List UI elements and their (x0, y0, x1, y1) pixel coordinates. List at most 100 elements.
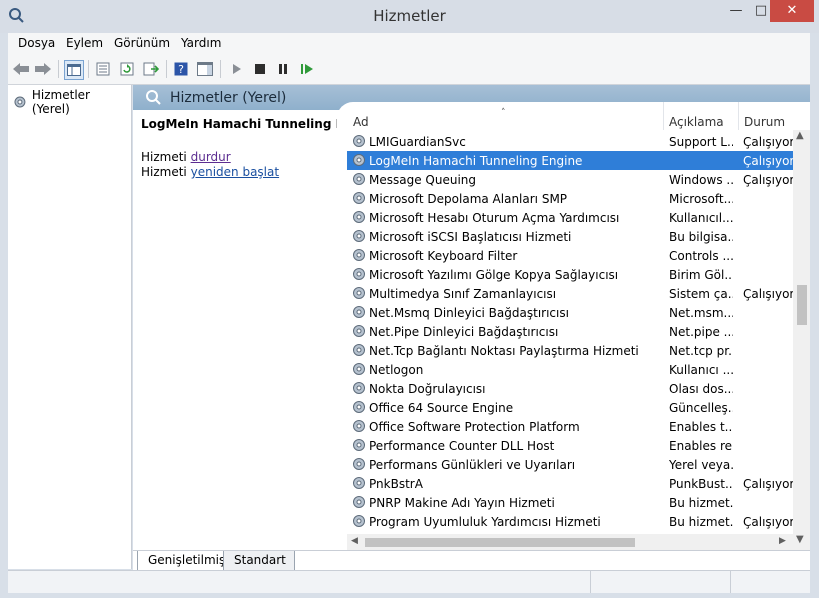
gear-icon (351, 266, 367, 285)
tab-standard[interactable]: Standart (223, 551, 295, 571)
gear-icon (351, 437, 367, 456)
status-bar (8, 570, 810, 593)
horizontal-scroll-thumb[interactable] (365, 538, 635, 547)
table-row[interactable]: Microsoft iSCSI Başlatıcısı Hizmeti Bu bi… (347, 227, 793, 246)
gear-icon (351, 209, 367, 228)
gear-icon (14, 96, 26, 108)
service-status-cell: Çalışıyor (743, 135, 793, 149)
table-row[interactable]: Performance Counter DLL Host Enables re..… (347, 436, 793, 455)
restart-service-icon[interactable] (298, 60, 316, 78)
service-description-cell: Enables t... (669, 420, 733, 434)
back-arrow-icon[interactable] (12, 60, 30, 78)
service-description-cell: Birim Göl... (669, 268, 733, 282)
table-row[interactable]: Office Software Protection Platform Enabl… (347, 417, 793, 436)
show-hide-action-pane-icon[interactable] (196, 60, 214, 78)
menu-yardim[interactable]: Yardım (181, 36, 221, 50)
service-name-cell: Net.Pipe Dinleyici Bağdaştırıcısı (369, 325, 559, 339)
service-description-cell: Bu hizmet... (669, 515, 733, 529)
gear-icon (146, 90, 161, 105)
service-description-cell: PunkBust... (669, 477, 733, 491)
column-header-status[interactable]: Durum (739, 102, 793, 130)
menu-eylem[interactable]: Eylem (66, 36, 103, 50)
table-row[interactable]: Office 64 Source Engine Güncelleş... (347, 398, 793, 417)
service-name-cell: Office 64 Source Engine (369, 401, 514, 415)
service-status-cell: Çalışıyor (743, 154, 793, 168)
service-description-cell: Net.pipe ... (669, 325, 733, 339)
service-name-cell: Netlogon (369, 363, 424, 377)
start-service-icon[interactable] (228, 60, 246, 78)
service-name-cell: Microsoft Keyboard Filter (369, 249, 518, 263)
gear-icon (351, 399, 367, 418)
table-row[interactable]: Net.Msmq Dinleyici Bağdaştırıcısı Net.msm… (347, 303, 793, 322)
close-button[interactable]: ✕ (770, 0, 814, 22)
table-row[interactable]: Microsoft Depolama Alanları SMP Microsoft… (347, 189, 793, 208)
tree-node-services-local[interactable]: Hizmetler (Yerel) (12, 88, 131, 116)
service-name-cell: Nokta Doğrulayıcısı (369, 382, 486, 396)
column-header-description[interactable]: Açıklama (664, 102, 738, 130)
properties-icon[interactable] (94, 60, 112, 78)
table-row[interactable]: LogMeIn Hamachi Tunneling Engine Çalışıyo… (347, 151, 793, 170)
service-name-cell: Office Software Protection Platform (369, 420, 580, 434)
service-description-cell: Enables re... (669, 439, 733, 453)
vertical-scroll-thumb[interactable] (797, 285, 807, 325)
service-name-cell: Multimedya Sınıf Zamanlayıcısı (369, 287, 557, 301)
scroll-right-icon[interactable]: ▶ (779, 536, 786, 546)
horizontal-scrollbar[interactable]: ◀ ▶ (347, 534, 793, 550)
service-description-cell: Bu hizmet... (669, 496, 733, 510)
description-pane: LogMeIn Hamachi Tunneling Engine Hizmeti… (133, 110, 382, 550)
table-row[interactable]: Performans Günlükleri ve Uyarıları Yerel … (347, 455, 793, 474)
pause-service-icon[interactable] (274, 60, 292, 78)
gear-icon (351, 513, 367, 532)
service-status-cell: Çalışıyor (743, 515, 793, 529)
restart-service-link[interactable]: yeniden başlat (191, 165, 279, 179)
minimize-button[interactable]: — (722, 0, 750, 22)
tab-extended[interactable]: Genişletilmiş (137, 551, 235, 571)
table-row[interactable]: Net.Tcp Bağlantı Noktası Paylaştırma Hiz… (347, 341, 793, 360)
service-name-cell: Net.Tcp Bağlantı Noktası Paylaştırma Hiz… (369, 344, 639, 358)
gear-icon (351, 247, 367, 266)
main-panel: Hizmetler (Yerel) LogMeIn Hamachi Tunnel… (133, 85, 810, 571)
service-description-cell: Support L... (669, 135, 733, 149)
scroll-down-icon[interactable]: ▼ (796, 534, 804, 545)
service-description-cell: Controls ... (669, 249, 733, 263)
refresh-icon[interactable] (118, 60, 136, 78)
console-tree-toggle-icon[interactable] (64, 60, 84, 80)
menu-gorunum[interactable]: Görünüm (114, 36, 170, 50)
table-row[interactable]: Multimedya Sınıf Zamanlayıcısı Sistem ça.… (347, 284, 793, 303)
table-row[interactable]: Net.Pipe Dinleyici Bağdaştırıcısı Net.pip… (347, 322, 793, 341)
table-row[interactable]: LMIGuardianSvc Support L... Çalışıyor (347, 132, 793, 151)
service-description-cell: Windows ... (669, 173, 733, 187)
table-row[interactable]: Microsoft Hesabı Oturum Açma Yardımcısı K… (347, 208, 793, 227)
window-title: Hizmetler (373, 7, 446, 25)
table-row[interactable]: Program Uyumluluk Yardımcısı Hizmeti Bu h… (347, 512, 793, 531)
forward-arrow-icon[interactable] (34, 60, 52, 78)
gear-icon (351, 380, 367, 399)
restart-line: Hizmeti yeniden başlat (141, 165, 280, 179)
table-row[interactable]: Message Queuing Windows ... Çalışıyor (347, 170, 793, 189)
table-row[interactable]: PnkBstrA PunkBust... Çalışıyor (347, 474, 793, 493)
table-row[interactable]: Microsoft Yazılımı Gölge Kopya Sağlayıcı… (347, 265, 793, 284)
scroll-left-icon[interactable]: ◀ (351, 536, 358, 546)
panel-title: Hizmetler (Yerel) (170, 90, 287, 106)
export-list-icon[interactable] (142, 60, 160, 78)
stop-service-link[interactable]: durdur (191, 150, 231, 164)
service-name-cell: LogMeIn Hamachi Tunneling Engine (369, 154, 583, 168)
help-icon[interactable]: ? (172, 60, 190, 78)
scroll-up-icon[interactable]: ▲ (796, 130, 804, 141)
service-description-cell: Kullanıcıl... (669, 211, 733, 225)
column-header-name[interactable]: Ad (347, 102, 667, 130)
gear-icon (351, 171, 367, 190)
table-row[interactable]: Microsoft Keyboard Filter Controls ... (347, 246, 793, 265)
stop-service-icon[interactable] (251, 60, 269, 78)
service-name-cell: Performans Günlükleri ve Uyarıları (369, 458, 576, 472)
service-description-cell: Kullanıcı ... (669, 363, 733, 377)
table-row[interactable]: Netlogon Kullanıcı ... (347, 360, 793, 379)
vertical-scrollbar[interactable]: ▲ ▼ (793, 130, 810, 550)
gear-icon (351, 418, 367, 437)
menu-dosya[interactable]: Dosya (18, 36, 55, 50)
sort-ascending-icon: ˄ (501, 108, 506, 118)
table-row[interactable]: Nokta Doğrulayıcısı Olası dos... (347, 379, 793, 398)
service-name-cell: PnkBstrA (369, 477, 423, 491)
gear-icon (351, 285, 367, 304)
table-row[interactable]: PNRP Makine Adı Yayın Hizmeti Bu hizmet..… (347, 493, 793, 512)
